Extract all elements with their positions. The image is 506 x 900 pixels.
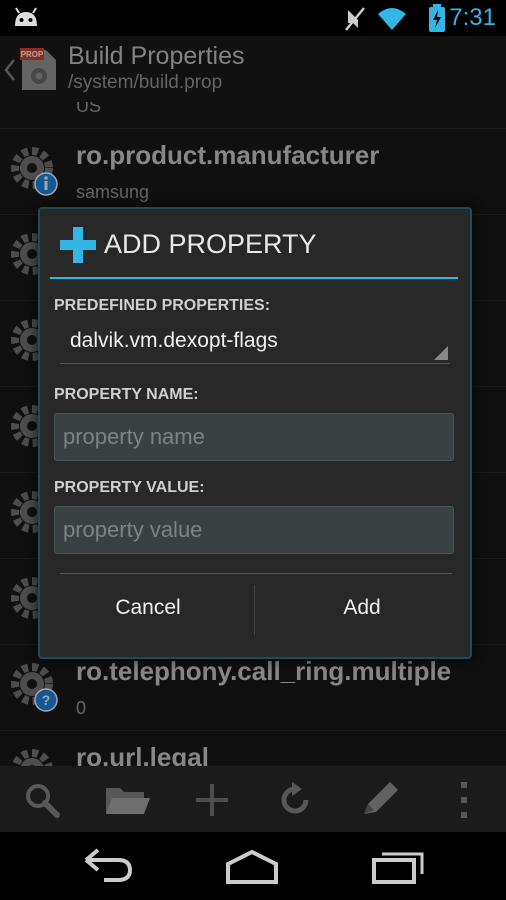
status-bar: 7:31 xyxy=(0,0,506,36)
dialog-divider xyxy=(60,573,452,574)
property-name-input[interactable] xyxy=(54,413,454,461)
plus-icon xyxy=(60,227,96,263)
back-icon[interactable] xyxy=(76,846,136,886)
android-icon xyxy=(15,7,37,26)
home-icon[interactable] xyxy=(222,846,282,886)
dialog-title: ADD PROPERTY xyxy=(104,229,317,259)
add-property-dialog: ADD PROPERTY PREDEFINED PROPERTIES: dalv… xyxy=(38,207,472,659)
dropdown-selected-value: dalvik.vm.dexopt-flags xyxy=(70,329,278,352)
dialog-header: ADD PROPERTY xyxy=(50,221,458,279)
navigation-bar xyxy=(0,832,506,900)
battery-icon xyxy=(429,4,445,32)
property-value-input[interactable] xyxy=(54,506,454,554)
property-value-label: PROPERTY VALUE: xyxy=(54,479,205,496)
property-name-label: PROPERTY NAME: xyxy=(54,386,199,403)
predefined-properties-dropdown[interactable]: dalvik.vm.dexopt-flags xyxy=(60,323,450,364)
mute-icon xyxy=(345,7,365,31)
recents-icon[interactable] xyxy=(370,846,430,886)
dropdown-arrow-icon xyxy=(434,346,448,360)
predefined-properties-label: PREDEFINED PROPERTIES: xyxy=(54,297,271,314)
cancel-button[interactable]: Cancel xyxy=(42,575,254,641)
add-button[interactable]: Add xyxy=(256,575,468,641)
wifi-icon xyxy=(378,8,406,30)
button-separator xyxy=(254,585,255,635)
clock: 7:31 xyxy=(449,4,496,31)
